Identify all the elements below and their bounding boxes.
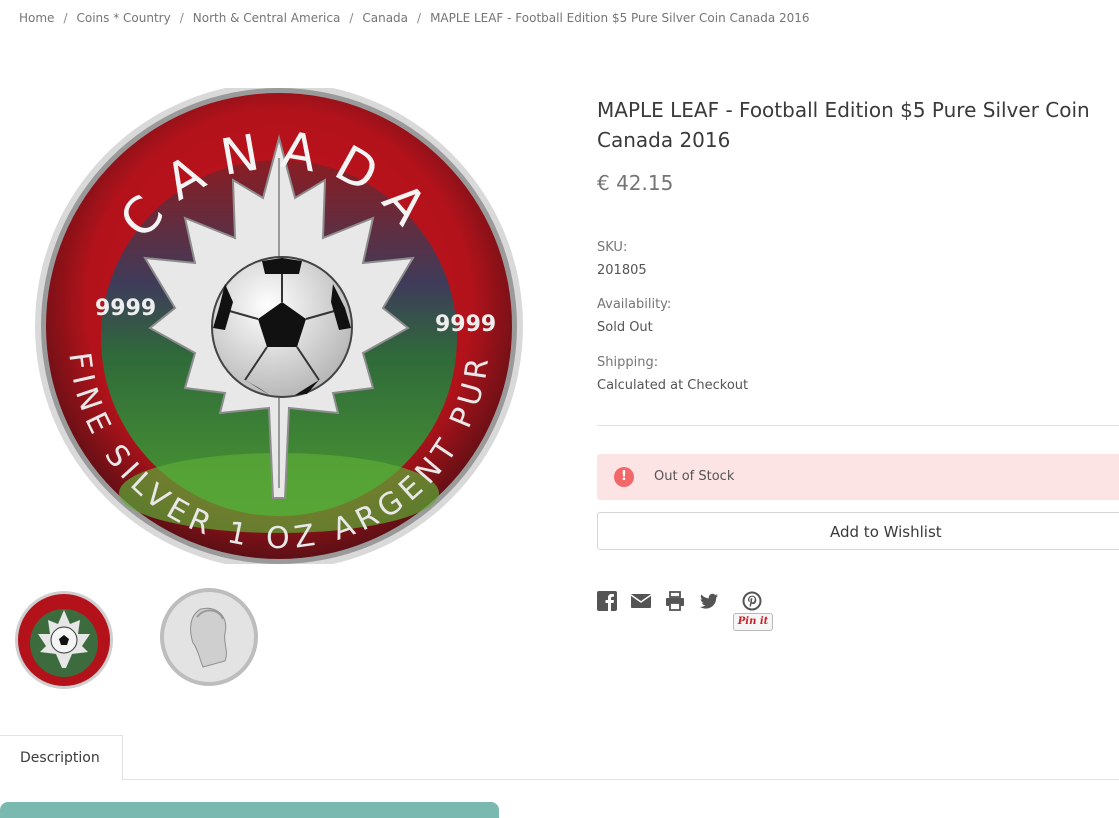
breadcrumb-home[interactable]: Home (19, 11, 54, 25)
product-main-image[interactable]: CANADA FINE SILVER 1 OZ ARGENT PUR 9999 … (33, 88, 525, 564)
pinterest-icon[interactable] (742, 591, 762, 611)
description-panel-header (0, 802, 499, 818)
wishlist-label: Add to Wishlist (830, 523, 942, 541)
alert-text: Out of Stock (654, 469, 735, 484)
product-thumbnail-reverse[interactable] (159, 587, 259, 687)
coin-purity-right: 9999 (435, 312, 496, 337)
product-price: € 42.15 (597, 171, 674, 195)
divider (597, 425, 1119, 426)
shipping-label: Shipping: (597, 355, 659, 370)
print-icon[interactable] (665, 591, 685, 611)
breadcrumb-coins-country[interactable]: Coins * Country (76, 11, 170, 25)
tab-label: Description (20, 750, 100, 766)
out-of-stock-alert: ! Out of Stock (597, 454, 1119, 500)
breadcrumb-separator: / (63, 11, 68, 25)
breadcrumb: Home / Coins * Country / North & Central Ame… (19, 11, 810, 25)
twitter-icon[interactable] (699, 591, 719, 611)
email-icon[interactable] (631, 591, 651, 611)
breadcrumb-separator: / (349, 11, 354, 25)
tabs-divider (0, 779, 1119, 780)
product-title: MAPLE LEAF - Football Edition $5 Pure Si… (597, 98, 1090, 152)
breadcrumb-current: MAPLE LEAF - Football Edition $5 Pure Si… (430, 11, 810, 25)
availability-value: Sold Out (597, 320, 653, 335)
sku-value: 201805 (597, 263, 647, 278)
exclamation-icon: ! (614, 467, 634, 487)
tab-description[interactable]: Description (0, 735, 123, 780)
breadcrumb-separator: / (179, 11, 184, 25)
facebook-icon[interactable] (597, 591, 617, 611)
shipping-value: Calculated at Checkout (597, 378, 749, 393)
coin-purity-left: 9999 (95, 296, 156, 321)
breadcrumb-separator: / (417, 11, 422, 25)
availability-label: Availability: (597, 297, 672, 312)
breadcrumb-north-central-america[interactable]: North & Central America (193, 11, 341, 25)
breadcrumb-canada[interactable]: Canada (362, 11, 408, 25)
add-to-wishlist-button[interactable]: Add to Wishlist (597, 512, 1119, 550)
pin-it-button[interactable]: Pin it (733, 613, 773, 631)
product-thumbnail-obverse[interactable] (14, 590, 114, 690)
sku-label: SKU: (597, 240, 628, 255)
